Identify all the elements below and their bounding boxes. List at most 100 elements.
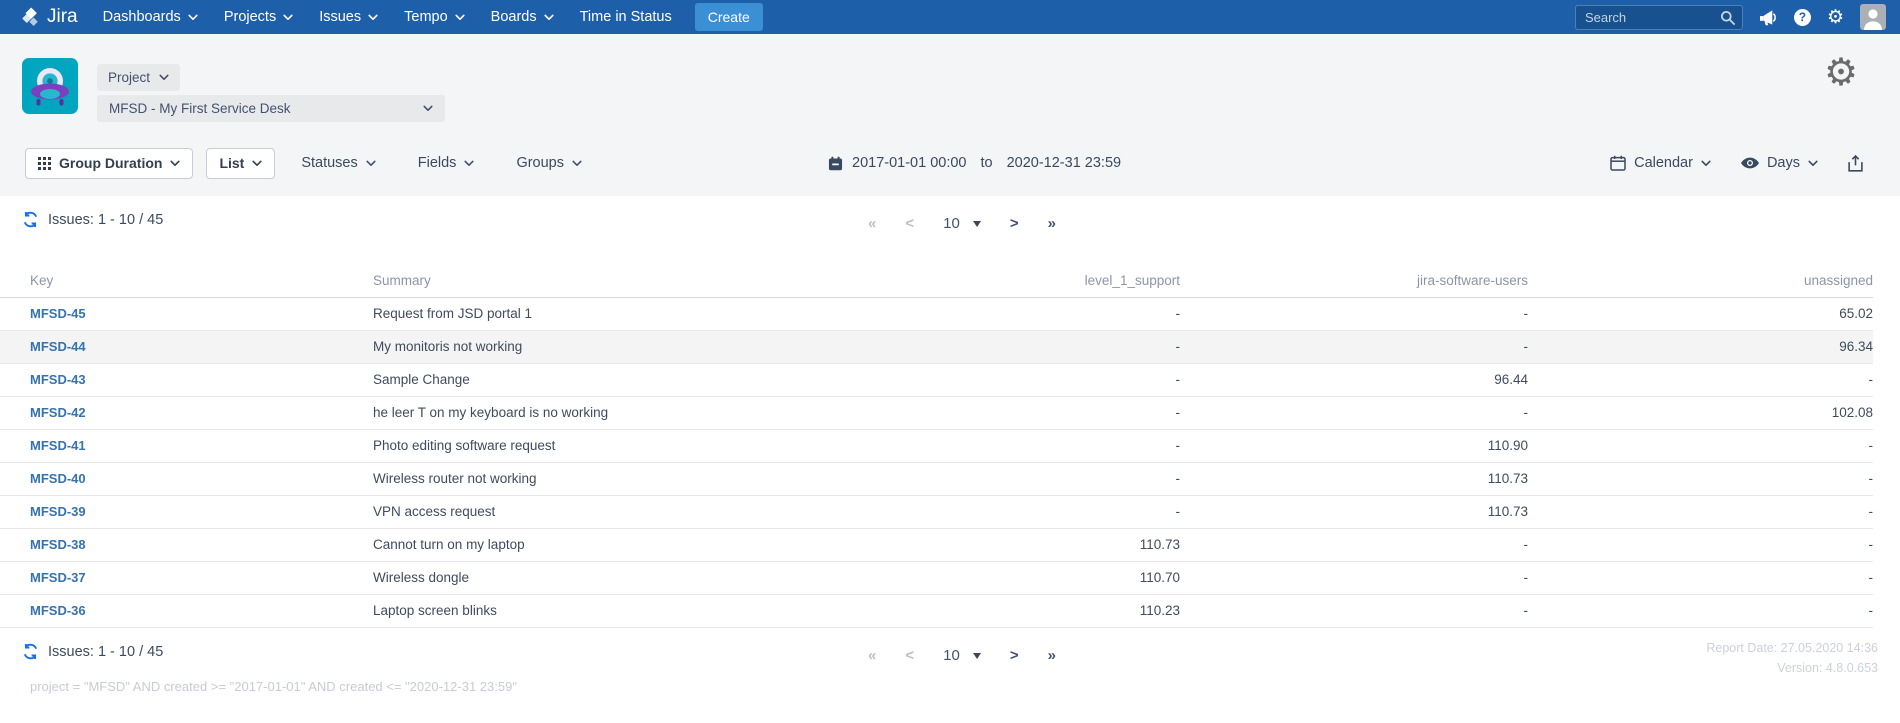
summary-cell: Wireless router not working [373, 462, 880, 495]
jira-software-users-cell: - [1180, 594, 1528, 627]
calendar-type-label: Calendar [1634, 155, 1693, 171]
caret-down-icon [973, 653, 981, 659]
group-duration-label: Group Duration [59, 155, 162, 171]
search-input[interactable] [1576, 6, 1742, 29]
announcements-icon[interactable] [1759, 9, 1778, 26]
unassigned-cell: - [1528, 495, 1873, 528]
scope-selector-button[interactable]: Project [97, 64, 180, 91]
level-1-support-cell: - [880, 429, 1180, 462]
time-unit-dropdown[interactable]: Days [1741, 155, 1818, 171]
caret-down-icon [973, 221, 981, 227]
view-type-button[interactable]: List [206, 148, 275, 179]
table-row: MFSD-43Sample Change-96.44- [0, 363, 1873, 396]
issue-key-link[interactable]: MFSD-44 [30, 339, 86, 354]
admin-gear-icon[interactable]: ⚙ [1827, 8, 1844, 27]
next-page-button[interactable]: > [1010, 647, 1019, 664]
jira-software-users-cell: - [1180, 396, 1528, 429]
issue-key-link[interactable]: MFSD-38 [30, 537, 86, 552]
project-avatar[interactable] [22, 58, 78, 114]
user-avatar[interactable] [1860, 4, 1886, 30]
search-icon[interactable] [1720, 10, 1736, 26]
prev-page-button[interactable]: < [905, 215, 914, 232]
issue-key-link[interactable]: MFSD-36 [30, 603, 86, 618]
jira-software-users-cell: 110.73 [1180, 495, 1528, 528]
prev-page-button[interactable]: < [905, 647, 914, 664]
last-page-button[interactable]: » [1048, 215, 1056, 232]
chevron-down-icon [544, 14, 554, 21]
date-range-picker[interactable]: 2017-01-01 00:00 to 2020-12-31 23:59 [828, 147, 1121, 179]
nav-item-issues[interactable]: Issues [306, 0, 391, 34]
first-page-button[interactable]: « [868, 215, 876, 232]
help-icon[interactable]: ? [1794, 9, 1811, 26]
issues-table-wrap: KeySummarylevel_1_supportjira-software-u… [0, 265, 1873, 628]
report-toolbar: Group Duration List Statuses Fields Groups… [0, 147, 1900, 179]
table-row: MFSD-36Laptop screen blinks110.23-- [0, 594, 1873, 627]
navbar-menu: DashboardsProjects Issues Tempo BoardsTime … [90, 0, 685, 34]
page-size-value: 10 [943, 215, 960, 232]
page-size-value: 10 [943, 647, 960, 664]
level-1-support-cell: - [880, 297, 1180, 330]
calendar-minus-icon [828, 156, 843, 171]
issue-key-link[interactable]: MFSD-40 [30, 471, 86, 486]
project-select[interactable]: MFSD - My First Service Desk [97, 95, 445, 122]
unassigned-cell: 102.08 [1528, 396, 1873, 429]
page-size-select[interactable]: 10 [943, 215, 981, 232]
nav-item-dashboards[interactable]: Dashboards [90, 0, 211, 34]
last-page-button[interactable]: » [1048, 647, 1056, 664]
page-size-select[interactable]: 10 [943, 647, 981, 664]
level-1-support-cell: - [880, 462, 1180, 495]
chevron-down-icon [423, 105, 433, 112]
refresh-icon[interactable] [22, 643, 39, 660]
nav-item-boards[interactable]: Boards [478, 0, 567, 34]
next-page-button[interactable]: > [1010, 215, 1019, 232]
calendar-type-dropdown[interactable]: Calendar [1610, 155, 1711, 171]
level-1-support-cell: 110.23 [880, 594, 1180, 627]
pagination-bottom: « <10 > » [868, 647, 1056, 664]
summary-cell: Cannot turn on my laptop [373, 528, 880, 561]
column-header-unassigned: unassigned [1528, 265, 1873, 297]
chevron-down-icon [283, 14, 293, 21]
export-icon[interactable] [1848, 155, 1863, 172]
nav-item-projects[interactable]: Projects [211, 0, 306, 34]
summary-cell: VPN access request [373, 495, 880, 528]
issue-key-link[interactable]: MFSD-45 [30, 306, 86, 321]
table-row: MFSD-40 Wireless router not working-110.7… [0, 462, 1873, 495]
jira-software-users-cell: 110.90 [1180, 429, 1528, 462]
nav-item-label: Issues [319, 9, 361, 25]
group-duration-button[interactable]: Group Duration [25, 148, 193, 179]
issue-key-link[interactable]: MFSD-42 [30, 405, 86, 420]
chevron-down-icon [170, 160, 180, 167]
first-page-button[interactable]: « [868, 647, 876, 664]
issues-count-label: Issues: 1 - 10 / 45 [48, 644, 163, 660]
report-info: Report Date: 27.05.2020 14:36 Version: 4… [1706, 638, 1878, 678]
nav-item-time-in-status[interactable]: Time in Status [567, 0, 685, 34]
nav-item-tempo[interactable]: Tempo [391, 0, 478, 34]
nav-item-label: Tempo [404, 9, 448, 25]
jira-software-users-cell: 110.73 [1180, 462, 1528, 495]
chevron-down-icon [572, 160, 582, 167]
level-1-support-cell: 110.73 [880, 528, 1180, 561]
summary-cell: Laptop screen blinks [373, 594, 880, 627]
top-navbar: Jira DashboardsProjects Issues Tempo Boards… [0, 0, 1900, 34]
jira-logo[interactable]: Jira [20, 6, 78, 28]
refresh-icon[interactable] [22, 211, 39, 228]
key-cell: MFSD-40 [0, 462, 373, 495]
groups-dropdown[interactable]: Groups [516, 155, 582, 171]
chevron-down-icon [455, 14, 465, 21]
issue-key-link[interactable]: MFSD-37 [30, 570, 86, 585]
create-button[interactable]: Create [695, 3, 763, 31]
search-box [1575, 5, 1743, 30]
issue-key-link[interactable]: MFSD-39 [30, 504, 86, 519]
scope-selector-label: Project [108, 70, 150, 85]
key-cell: MFSD-41 [0, 429, 373, 462]
menu-label: Statuses [301, 155, 357, 171]
fields-dropdown[interactable]: Fields [418, 155, 475, 171]
table-row: MFSD-38Cannot turn on my laptop110.73-- [0, 528, 1873, 561]
report-settings-gear-icon[interactable]: ⚙ [1824, 54, 1858, 92]
key-cell: MFSD-37 [0, 561, 373, 594]
statuses-dropdown[interactable]: Statuses [301, 155, 375, 171]
column-header-key: Key [0, 265, 373, 297]
table-row: MFSD-42he leer T on my keyboard is no wo… [0, 396, 1873, 429]
issue-key-link[interactable]: MFSD-43 [30, 372, 86, 387]
issue-key-link[interactable]: MFSD-41 [30, 438, 86, 453]
